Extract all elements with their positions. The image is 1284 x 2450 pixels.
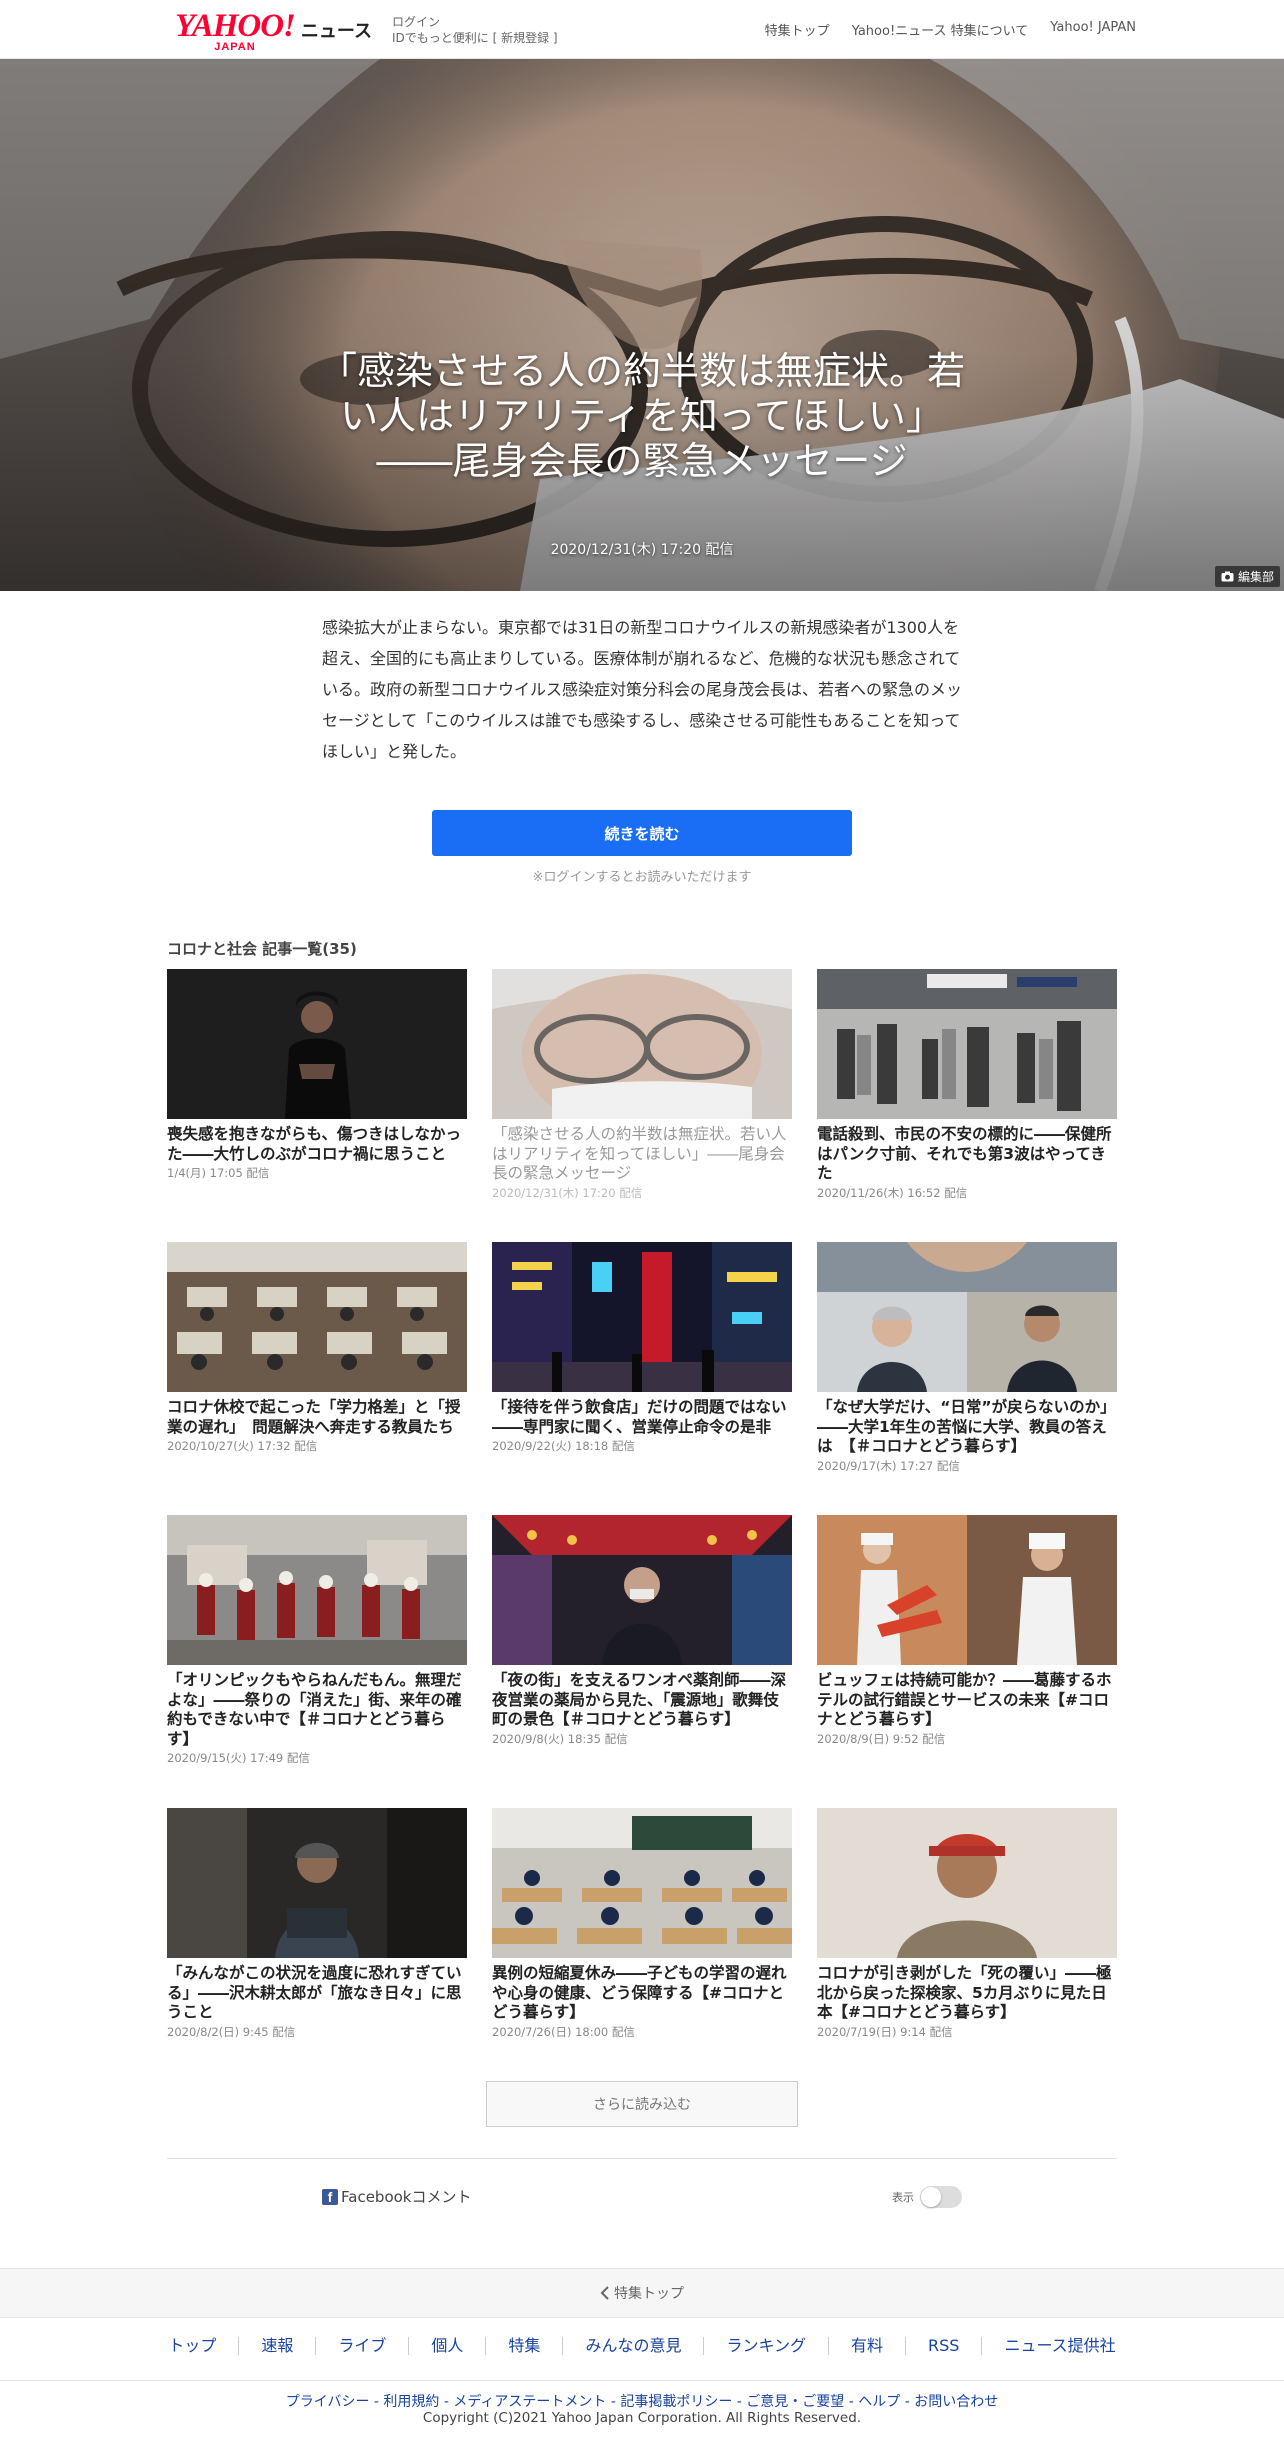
article-card[interactable]: 異例の短縮夏休み――子どもの学習の遅れや心身の健康、どう保障する【#コロナとどう… [492, 1808, 792, 2040]
article-card[interactable]: コロナが引き剥がした「死の覆い」――極北から戻った探検家、5カ月ぶりに見た日本【… [817, 1808, 1117, 2040]
article-thumbnail[interactable] [817, 1808, 1117, 1958]
article-thumbnail[interactable] [167, 969, 467, 1119]
article-card[interactable]: 「みんながこの状況を過度に恐れすぎている」――沢木耕太郎が「旅なき日々」に思うこ… [167, 1808, 467, 2040]
article-thumbnail[interactable] [817, 1242, 1117, 1392]
article-card-date: 2020/9/15(火) 17:49 配信 [167, 1751, 310, 1765]
logo-service-name: ニュース [300, 21, 373, 42]
article-thumbnail[interactable] [492, 969, 792, 1119]
article-card-title[interactable]: 「感染させる人の約半数は無症状。若い人はリアリティを知ってほしい」――尾身会長の… [492, 1125, 792, 1184]
nav-yahoo-japan[interactable]: Yahoo! JAPAN [1050, 20, 1136, 39]
back-to-tokushu-bar[interactable]: 特集トップ [0, 2268, 1284, 2318]
article-card[interactable]: 喪失感を抱きながらも、傷つきはしなかった――大竹しのぶがコロナ禍に思うこと 1/… [167, 969, 467, 1181]
footer-nav-kojin[interactable]: 個人 [408, 2337, 485, 2355]
header-nav: 特集トップ Yahoo!ニュース 特集について Yahoo! JAPAN [765, 20, 1136, 39]
article-card-date: 2020/10/27(火) 17:32 配信 [167, 1439, 318, 1453]
article-card-date: 2020/8/9(日) 9:52 配信 [817, 1731, 946, 1746]
signup-link[interactable]: [ 新規登録 ] [493, 31, 558, 45]
article-card[interactable]: 「なぜ大学だけ、“日常”が戻らないのか」――大学1年生の苦悩に大学、教員の答えは… [817, 1242, 1117, 1474]
article-card-title[interactable]: 異例の短縮夏休み――子どもの学習の遅れや心身の健康、どう保障する【#コロナとどう… [492, 1964, 792, 2023]
footer-nav-tokushu[interactable]: 特集 [485, 2337, 562, 2355]
photo-credit-text: 編集部 [1237, 570, 1274, 584]
footer-nav-rss[interactable]: RSS [905, 2337, 981, 2355]
article-card-title[interactable]: 「なぜ大学だけ、“日常”が戻らないのか」――大学1年生の苦悩に大学、教員の答えは… [817, 1398, 1117, 1457]
article-card[interactable]: 「接待を伴う飲食店」だけの問題ではない――専門家に聞く、営業停止命令の是非 20… [492, 1242, 792, 1454]
footer-nav: トップ 速報 ライブ 個人 特集 みんなの意見 ランキング 有料 RSS ニュー… [0, 2337, 1284, 2355]
article-thumbnail[interactable] [817, 1515, 1117, 1665]
footer-divider [0, 2380, 1284, 2381]
article-card-date: 2020/11/26(木) 16:52 配信 [817, 1185, 968, 1200]
login-link[interactable]: ログイン [392, 15, 440, 29]
chevron-left-icon [600, 2286, 609, 2300]
article-thumbnail[interactable] [492, 1242, 792, 1392]
article-card-title[interactable]: 「夜の街」を支えるワンオペ薬剤師――深夜営業の薬局から見た、「震源地」歌舞伎町の… [492, 1671, 792, 1730]
article-card-date: 2020/9/22(火) 18:18 配信 [492, 1439, 635, 1453]
yahoo-news-logo[interactable]: YAHOO! JAPAN ニュース [175, 8, 373, 54]
site-header: YAHOO! JAPAN ニュース ログイン IDでもっと便利に [ 新規登録 … [0, 0, 1284, 59]
article-card[interactable]: ビュッフェは持続可能か？――葛藤するホテルの試行錯誤とサービスの未来【#コロナと… [817, 1515, 1117, 1747]
footer-nav-ranking[interactable]: ランキング [703, 2337, 828, 2355]
footer-nav-top[interactable]: トップ [146, 2337, 238, 2355]
hero-image: 「感染させる人の約半数は無症状。若い人はリアリティを知ってほしい」――尾身会長の… [0, 59, 1284, 591]
article-card-title[interactable]: 喪失感を抱きながらも、傷つきはしなかった――大竹しのぶがコロナ禍に思うこと [167, 1125, 467, 1164]
article-card-date: 2020/9/17(木) 17:27 配信 [817, 1458, 960, 1473]
article-thumbnail[interactable] [492, 1515, 792, 1665]
article-card[interactable]: コロナ休校で起こった「学力格差」と「授業の遅れ」 問題解決へ奔走する教員たち 2… [167, 1242, 467, 1454]
footer-nav-sokuho[interactable]: 速報 [238, 2337, 315, 2355]
article-thumbnail[interactable] [817, 969, 1117, 1119]
article-thumbnail[interactable] [167, 1515, 467, 1665]
article-card-date: 2020/7/19(日) 9:14 配信 [817, 2024, 953, 2039]
article-card[interactable]: 「オリンピックもやらねんだもん。無理だよな」――祭りの「消えた」街、来年の確約も… [167, 1515, 467, 1766]
footer-policy-links[interactable]: プライバシー - 利用規約 - メディアステートメント - 記事掲載ポリシー -… [0, 2391, 1284, 2411]
back-to-tokushu-link[interactable]: 特集トップ [614, 2283, 684, 2303]
facebook-comments-label: Facebookコメント [341, 2188, 472, 2206]
article-card-title[interactable]: 電話殺到、市民の不安の標的に――保健所はパンク寸前、それでも第3波はやってきた [817, 1125, 1117, 1184]
article-card-date: 2020/8/2(日) 9:45 配信 [167, 2024, 296, 2039]
logo-subtext: JAPAN [214, 41, 256, 53]
hero-photo [0, 59, 1284, 591]
facebook-comments: f Facebookコメント [322, 2186, 471, 2207]
article-thumbnail[interactable] [167, 1808, 467, 1958]
article-card-title[interactable]: コロナが引き剥がした「死の覆い」――極北から戻った探検家、5カ月ぶりに見た日本【… [817, 1964, 1117, 2023]
toggle-label: 表示 [892, 2191, 914, 2204]
article-card[interactable]: 「夜の街」を支えるワンオペ薬剤師――深夜営業の薬局から見た、「震源地」歌舞伎町の… [492, 1515, 792, 1747]
article-list-title: コロナと社会 記事一覧(35) [167, 940, 357, 958]
article-card[interactable]: 電話殺到、市民の不安の標的に――保健所はパンク寸前、それでも第3波はやってきた … [817, 969, 1117, 1201]
article-title: 「感染させる人の約半数は無症状。若い人はリアリティを知ってほしい」――尾身会長の… [318, 349, 965, 483]
article-card-title[interactable]: 「接待を伴う飲食店」だけの問題ではない――専門家に聞く、営業停止命令の是非 [492, 1398, 792, 1437]
comment-display-toggle[interactable] [920, 2186, 962, 2208]
article-card-date: 2020/12/31(木) 17:20 配信 [492, 1185, 643, 1200]
article-card-date: 2020/7/26(日) 18:00 配信 [492, 2024, 635, 2039]
facebook-icon: f [322, 2188, 338, 2205]
article-card-current[interactable]: 「感染させる人の約半数は無症状。若い人はリアリティを知ってほしい」――尾身会長の… [492, 969, 792, 1201]
photo-credit: 編集部 [1214, 566, 1280, 587]
comment-display-toggle-area: 表示 [892, 2186, 962, 2208]
article-card-title[interactable]: ビュッフェは持続可能か？――葛藤するホテルの試行錯誤とサービスの未来【#コロナと… [817, 1671, 1117, 1730]
load-more-button[interactable]: さらに読み込む [486, 2081, 798, 2127]
article-card-date: 1/4(月) 17:05 配信 [167, 1166, 270, 1180]
camera-icon [1221, 571, 1234, 582]
footer-nav-opinion[interactable]: みんなの意見 [562, 2337, 703, 2355]
article-card-title[interactable]: 「オリンピックもやらねんだもん。無理だよな」――祭りの「消えた」街、来年の確約も… [167, 1671, 467, 1749]
article-card-date: 2020/9/8(火) 18:35 配信 [492, 1731, 628, 1746]
article-card-title[interactable]: 「みんながこの状況を過度に恐れすぎている」――沢木耕太郎が「旅なき日々」に思うこ… [167, 1964, 467, 2023]
copyright: Copyright (C)2021 Yahoo Japan Corporatio… [422, 2410, 862, 2426]
footer-nav-providers[interactable]: ニュース提供社 [981, 2337, 1137, 2355]
login-subtext: IDでもっと便利に [392, 31, 489, 45]
login-note: ※ログインするとお読みいただけます [532, 870, 752, 885]
footer-nav-live[interactable]: ライブ [315, 2337, 408, 2355]
nav-about-tokushu[interactable]: Yahoo!ニュース 特集について [852, 20, 1029, 39]
read-more-button[interactable]: 続きを読む [432, 810, 852, 856]
nav-tokushu-top[interactable]: 特集トップ [765, 20, 830, 39]
logo-wordmark: YAHOO! [175, 8, 296, 44]
footer-nav-paid[interactable]: 有料 [827, 2337, 905, 2355]
article-thumbnail[interactable] [167, 1242, 467, 1392]
login-area: ログイン IDでもっと便利に [ 新規登録 ] [392, 14, 558, 46]
article-card-title[interactable]: コロナ休校で起こった「学力格差」と「授業の遅れ」 問題解決へ奔走する教員たち [167, 1398, 467, 1437]
article-date: 2020/12/31(木) 17:20 配信 [550, 542, 734, 558]
article-lead: 感染拡大が止まらない。東京都では31日の新型コロナウイルスの新規感染者が1300… [322, 618, 963, 761]
article-thumbnail[interactable] [492, 1808, 792, 1958]
section-divider [167, 2158, 1117, 2159]
